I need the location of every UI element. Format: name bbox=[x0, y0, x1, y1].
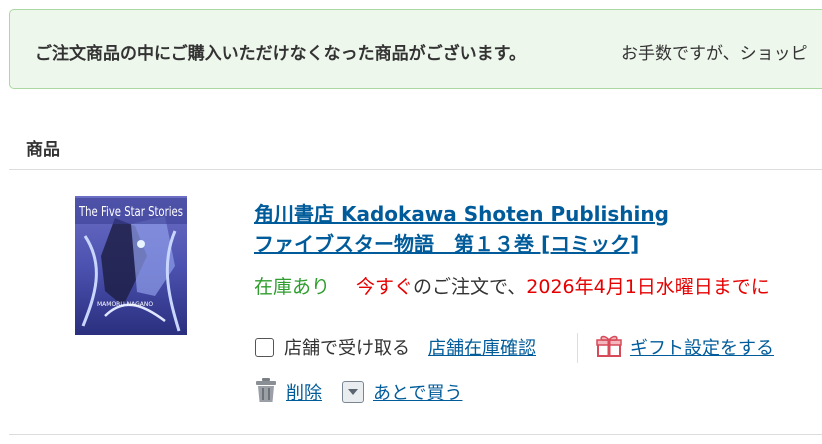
divider bbox=[9, 434, 822, 435]
divider bbox=[577, 333, 578, 363]
alert-message-detail: お手数ですが、ショッピ bbox=[621, 44, 808, 64]
delivery-prefix: 今すぐ bbox=[356, 276, 414, 298]
item-actions: 削除 あとで買う bbox=[255, 377, 462, 408]
product-cover-image[interactable]: The Five Star Stories MAMORU NAGANO bbox=[75, 196, 187, 335]
gift-option[interactable]: ギフト設定をする bbox=[596, 333, 774, 361]
cover-title-text: The Five Star Stories bbox=[78, 205, 183, 220]
delivery-middle: のご注文で、 bbox=[413, 276, 527, 298]
gift-settings-link[interactable]: ギフト設定をする bbox=[630, 334, 774, 360]
store-stock-link[interactable]: 店舗在庫確認 bbox=[428, 334, 536, 360]
divider bbox=[9, 169, 822, 170]
store-pickup-option: 店舗で受け取る 店舗在庫確認 bbox=[254, 333, 536, 361]
save-later-icon[interactable] bbox=[342, 381, 364, 403]
checkbox-icon[interactable] bbox=[255, 337, 274, 357]
stock-delivery-info: 在庫あり 今すぐのご注文で、2026年4月1日水曜日までに bbox=[254, 272, 770, 299]
save-for-later-link[interactable]: あとで買う bbox=[373, 379, 462, 405]
delivery-date: 2026年4月1日水曜日までに bbox=[526, 276, 770, 298]
product-title-link[interactable]: ファイブスター物語 第１３巻 [コミック] bbox=[254, 228, 639, 257]
delete-link[interactable]: 削除 bbox=[286, 379, 322, 405]
product-publisher-link[interactable]: 角川書店 Kadokawa Shoten Publishing bbox=[254, 198, 669, 227]
gift-icon[interactable] bbox=[596, 333, 622, 362]
column-header-product: 商品 bbox=[26, 140, 60, 160]
store-pickup-label[interactable]: 店舗で受け取る bbox=[284, 334, 410, 360]
cover-author-text: MAMORU NAGANO bbox=[97, 301, 153, 308]
alert-message-bold: ご注文商品の中にご購入いただけなくなった商品がございます。 bbox=[35, 44, 526, 64]
trash-icon[interactable] bbox=[255, 377, 277, 408]
stock-status: 在庫あり bbox=[254, 276, 331, 298]
alert-banner: ご注文商品の中にご購入いただけなくなった商品がございます。 お手数ですが、ショッ… bbox=[9, 9, 822, 89]
